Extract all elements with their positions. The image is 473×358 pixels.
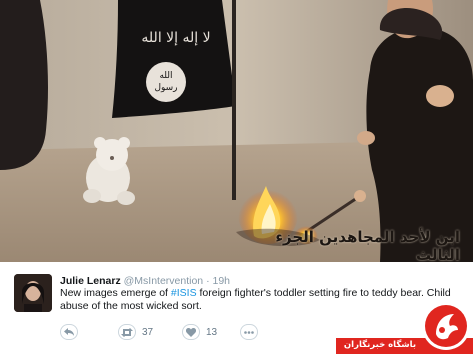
avatar[interactable] <box>14 274 52 312</box>
author-name[interactable]: Julie Lenarz <box>60 275 121 287</box>
more-dots-icon <box>240 324 258 340</box>
screenshot: لا إله إلا الله الله رسول ابن لأحد المجا… <box>0 0 473 358</box>
like-count: 13 <box>206 326 218 338</box>
photo-scene: لا إله إلا الله الله رسول <box>0 0 473 262</box>
hashtag-link[interactable]: #ISIS <box>171 287 197 299</box>
tweet-text-start: New images emerge of <box>60 287 171 299</box>
tweet-timestamp[interactable]: 19h <box>213 275 231 287</box>
like-button[interactable]: 13 <box>182 324 217 340</box>
retweet-count: 37 <box>142 326 154 338</box>
separator-dot: · <box>206 275 210 287</box>
profile-photo-icon <box>14 274 52 312</box>
reply-button[interactable] <box>60 324 78 340</box>
svg-text:لا إله إلا الله: لا إله إلا الله <box>141 30 210 46</box>
watermark-label: باشگاه خبرنگاران <box>343 340 417 350</box>
retweet-icon <box>118 324 136 340</box>
photo-caption: ابن لأحد المجاهدين الجزء الثالث <box>275 228 460 262</box>
agency-logo-icon <box>422 302 470 350</box>
tweet-photo[interactable]: لا إله إلا الله الله رسول ابن لأحد المجا… <box>0 0 473 262</box>
reply-arrow-icon <box>60 324 78 340</box>
heart-icon <box>182 324 200 340</box>
svg-text:الله: الله <box>159 71 172 81</box>
watermark: باشگاه خبرنگاران <box>336 296 473 358</box>
author-handle[interactable]: @MsIntervention <box>124 275 204 287</box>
more-button[interactable] <box>240 324 258 340</box>
retweet-button[interactable]: 37 <box>118 324 153 340</box>
tweet-header: Julie Lenarz @MsIntervention · 19h <box>60 275 230 287</box>
svg-text:رسول: رسول <box>154 83 177 93</box>
